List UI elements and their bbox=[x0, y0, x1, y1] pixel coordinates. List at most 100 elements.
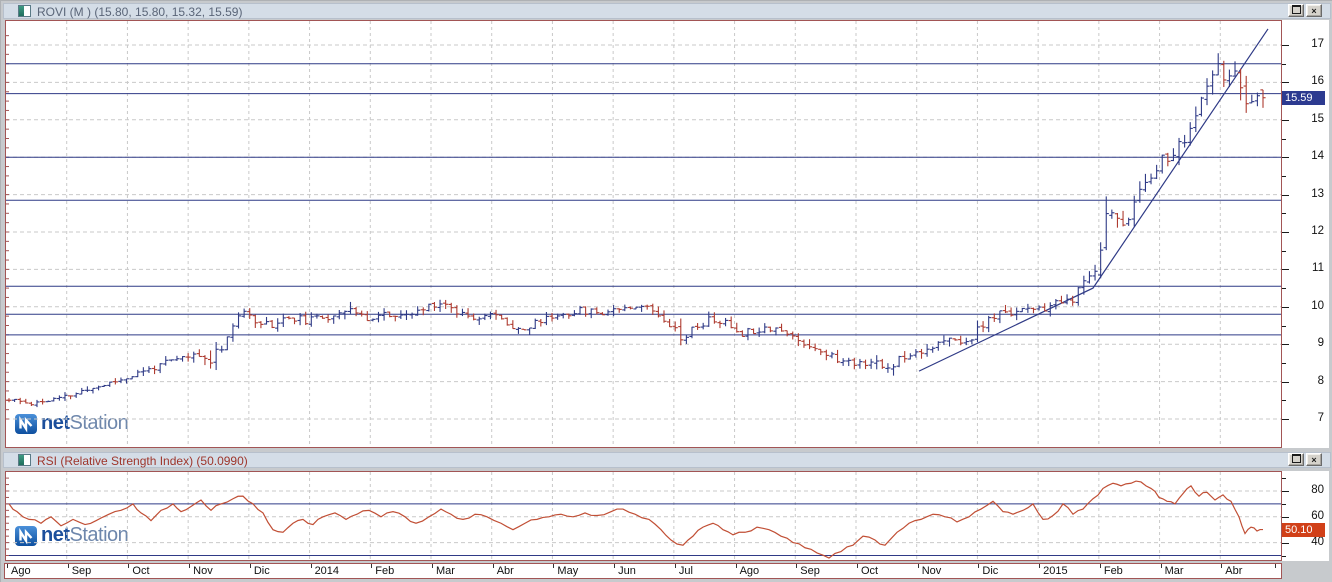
time-axis-label: Sep bbox=[71, 565, 92, 577]
price-axis-label: 8 bbox=[1317, 374, 1324, 387]
rsi-axis-tick bbox=[1282, 542, 1289, 544]
rsi-axis-tick bbox=[1282, 478, 1286, 480]
time-axis-label: Mar bbox=[436, 565, 455, 577]
rsi-axis-tick bbox=[1282, 491, 1289, 492]
rsi-axis-tick bbox=[1282, 555, 1286, 557]
price-axis-label: 16 bbox=[1311, 75, 1324, 88]
time-axis-label: Mar bbox=[1164, 565, 1184, 577]
rsi-close-button[interactable]: × bbox=[1306, 453, 1322, 466]
time-axis-label: May bbox=[557, 565, 579, 577]
price-axis-tick bbox=[1282, 400, 1286, 402]
price-chart-plot[interactable] bbox=[5, 20, 1282, 448]
time-axis-label: Dic bbox=[982, 565, 999, 577]
price-axis-tick bbox=[1282, 269, 1289, 271]
price-axis-label: 17 bbox=[1311, 38, 1324, 50]
time-axis-label: Abr bbox=[496, 565, 514, 577]
rsi-chart-plot[interactable] bbox=[5, 471, 1282, 561]
time-axis[interactable]: Ago Sep Oct Nov Dic 2014 Feb Mar Abr May Jun Jul Ago… bbox=[4, 563, 1282, 579]
price-axis-tick bbox=[1282, 213, 1286, 215]
rsi-axis-label: 60 bbox=[1311, 509, 1324, 522]
price-axis[interactable]: 7 8 9 10 11 12 13 14 15 16 17 bbox=[1282, 20, 1329, 448]
time-axis-tick bbox=[796, 564, 798, 568]
time-axis-tick bbox=[674, 564, 676, 568]
rsi-axis-tick bbox=[1282, 503, 1286, 505]
time-axis-tick bbox=[432, 564, 433, 568]
time-axis-tick bbox=[917, 564, 919, 568]
price-axis-label: 14 bbox=[1311, 150, 1324, 163]
price-axis-label: 15 bbox=[1311, 112, 1324, 125]
rsi-axis-tick bbox=[1282, 516, 1289, 518]
chart-window-icon bbox=[18, 5, 31, 17]
price-axis-tick bbox=[1282, 362, 1286, 364]
time-axis-tick bbox=[7, 564, 8, 568]
price-panel-titlebar[interactable]: ROVI (M ) (15.80, 15.80, 15.32, 15.59) bbox=[3, 3, 1331, 19]
time-axis-tick bbox=[1160, 564, 1162, 568]
time-axis-label: 2014 bbox=[314, 565, 340, 577]
time-axis-tick bbox=[310, 564, 312, 568]
price-axis-label: 11 bbox=[1312, 262, 1324, 275]
price-axis-tick bbox=[1282, 157, 1289, 159]
price-axis-tick bbox=[1282, 175, 1286, 177]
price-axis-label: 10 bbox=[1311, 299, 1324, 312]
time-axis-label: Oct bbox=[861, 565, 879, 577]
rsi-panel-title: RSI (Relative Strength Index) (50.0990) bbox=[37, 454, 248, 468]
time-axis-tick bbox=[189, 564, 191, 568]
price-axis-label: 12 bbox=[1311, 225, 1324, 237]
price-axis-tick bbox=[1282, 45, 1289, 46]
time-axis-tick bbox=[1275, 564, 1276, 568]
price-axis-label: 7 bbox=[1317, 412, 1324, 424]
time-axis-tick bbox=[614, 564, 616, 568]
time-axis-tick bbox=[249, 564, 251, 568]
chart-window-icon bbox=[18, 454, 31, 466]
time-axis-tick bbox=[128, 564, 130, 568]
time-axis-tick bbox=[1099, 564, 1101, 568]
time-axis-label: Ago bbox=[739, 565, 760, 577]
price-axis-tick bbox=[1282, 419, 1289, 420]
time-axis-tick bbox=[1221, 564, 1223, 568]
price-axis-tick bbox=[1282, 82, 1289, 84]
price-axis-tick bbox=[1282, 250, 1286, 252]
time-axis-tick bbox=[978, 564, 980, 568]
price-panel-title: ROVI (M ) (15.80, 15.80, 15.32, 15.59) bbox=[37, 5, 243, 19]
time-axis-label: Feb bbox=[1103, 565, 1123, 577]
netstation-window: ROVI (M ) (15.80, 15.80, 15.32, 15.59) ×… bbox=[0, 0, 1332, 582]
time-axis-tick bbox=[553, 564, 555, 568]
time-axis-label: Oct bbox=[132, 565, 150, 577]
last-price-tag: 15.59 bbox=[1282, 90, 1325, 105]
time-axis-label: Ago bbox=[11, 565, 31, 577]
rsi-maximize-button[interactable] bbox=[1288, 453, 1304, 466]
time-axis-label: Abr bbox=[1225, 565, 1243, 577]
price-axis-tick bbox=[1282, 63, 1286, 65]
price-axis-label: 13 bbox=[1311, 187, 1324, 200]
time-axis-tick bbox=[735, 564, 737, 568]
time-axis-label: 2015 bbox=[1043, 565, 1068, 577]
price-axis-tick bbox=[1282, 119, 1289, 121]
time-axis-label: Feb bbox=[375, 565, 395, 577]
price-axis-tick bbox=[1282, 325, 1286, 327]
time-axis-label: Jul bbox=[678, 565, 693, 577]
price-axis-tick bbox=[1282, 381, 1289, 383]
time-axis-label: Dic bbox=[253, 565, 270, 577]
rsi-panel-titlebar[interactable]: RSI (Relative Strength Index) (50.0990) bbox=[3, 452, 1331, 468]
rsi-value-tag: 50.10 bbox=[1282, 522, 1325, 537]
rsi-axis-label: 40 bbox=[1311, 535, 1324, 548]
time-axis-label: Nov bbox=[921, 565, 942, 577]
price-axis-tick bbox=[1282, 288, 1286, 290]
time-axis-label: Nov bbox=[193, 565, 213, 577]
time-axis-tick bbox=[492, 564, 494, 568]
price-axis-tick bbox=[1282, 194, 1289, 196]
time-axis-tick bbox=[1039, 564, 1041, 568]
rsi-axis-label: 80 bbox=[1311, 484, 1324, 496]
time-axis-tick bbox=[67, 564, 69, 568]
price-axis-tick bbox=[1282, 232, 1289, 233]
rsi-axis[interactable]: 40 60 80 bbox=[1282, 471, 1329, 561]
time-axis-label: Sep bbox=[800, 565, 820, 577]
price-axis-tick bbox=[1282, 344, 1289, 346]
time-axis-label: Jun bbox=[618, 565, 636, 577]
price-axis-label: 9 bbox=[1317, 337, 1324, 350]
maximize-button[interactable] bbox=[1288, 4, 1304, 17]
time-axis-tick bbox=[857, 564, 858, 568]
close-button[interactable]: × bbox=[1306, 4, 1322, 17]
time-axis-tick bbox=[371, 564, 373, 568]
price-axis-tick bbox=[1282, 306, 1289, 308]
